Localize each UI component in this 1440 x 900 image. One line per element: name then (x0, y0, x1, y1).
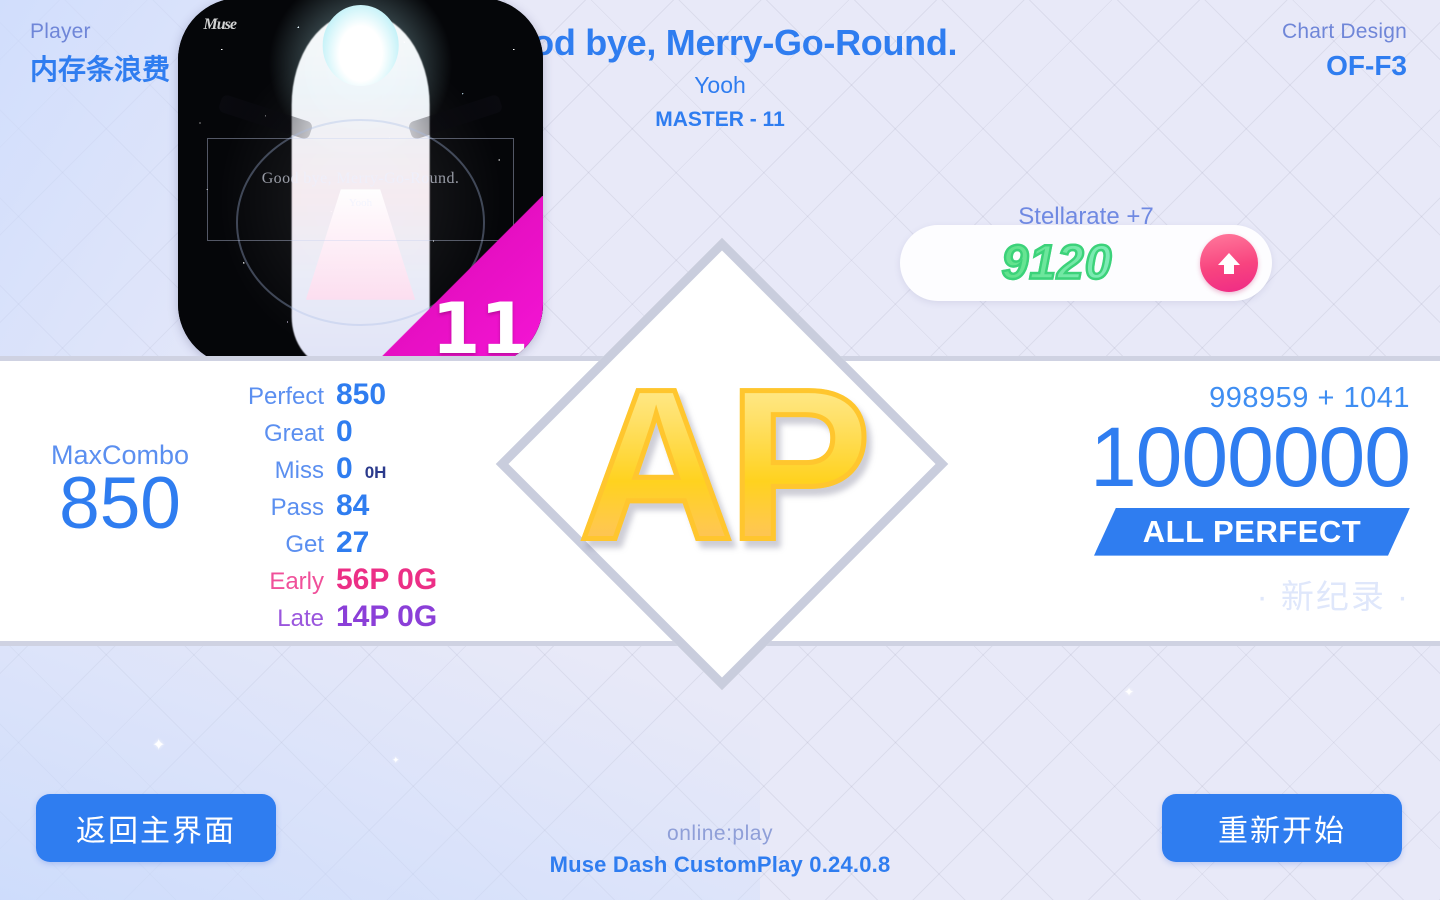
album-art-logo: Muse (203, 16, 237, 34)
album-art-overlay-title: Good bye, Merry-Go-Round. (261, 169, 460, 187)
stat-sub-hits: 0H (364, 463, 387, 482)
player-label: Player (30, 20, 91, 43)
stat-label: Late (277, 605, 324, 632)
score-total: 1000000 (1089, 410, 1411, 504)
stat-label: Great (263, 420, 324, 447)
stat-value: 0 (336, 452, 353, 485)
stat-label: Pass (270, 494, 324, 521)
max-combo-value: 850 (59, 463, 181, 544)
stat-value: 56P 0G (336, 563, 438, 596)
album-art-overlay-artist: Yooh (348, 196, 373, 209)
all-perfect-banner-text: ALL PERFECT (1142, 513, 1362, 549)
stat-row-great: Great 0 (226, 415, 442, 452)
all-perfect-banner: ALL PERFECT (1094, 508, 1410, 556)
stat-value: 27 (336, 526, 370, 559)
stat-row-late: Late 14P 0G (226, 600, 442, 637)
stat-row-get: Get 27 (226, 526, 442, 563)
stat-value: 84 (336, 489, 370, 522)
rank-badge: AP (495, 237, 949, 691)
back-to-main-menu-button[interactable]: 返回主界面 (36, 794, 276, 862)
album-art-hair (322, 5, 399, 87)
stat-label: Miss (274, 457, 324, 484)
player-name: 内存条浪费 (30, 54, 171, 85)
stat-row-miss: Miss 0 0H (226, 452, 442, 489)
stat-label: Get (285, 531, 324, 558)
star-decoration: ✦ (152, 737, 166, 754)
stats-list: Perfect 850 Great 0 Miss 0 0H Pass 84 Ge… (226, 378, 442, 637)
stellarate-widget: Stellarate +7 9120 (900, 203, 1272, 301)
stat-row-perfect: Perfect 850 (226, 378, 442, 415)
star-decoration: ✦ (392, 755, 400, 765)
arrow-up-icon (1200, 234, 1258, 292)
chart-design-value: OF-F3 (1326, 50, 1407, 81)
new-record-label: · 新纪录 · (1256, 577, 1410, 615)
chart-design-label: Chart Design (1282, 20, 1407, 43)
stat-label: Perfect (247, 383, 324, 410)
rank-badge-text: AP (496, 354, 948, 574)
max-combo-block: MaxCombo 850 (14, 440, 226, 541)
stat-value: 14P 0G (336, 600, 438, 633)
star-decoration: ✦ (1124, 685, 1135, 699)
stellarate-label: Stellarate +7 (1018, 203, 1154, 230)
score-block: 998959 + 1041 1000000 ALL PERFECT · 新纪录 … (980, 382, 1411, 618)
restart-button[interactable]: 重新开始 (1162, 794, 1402, 862)
results-screen: ✦ ✦ ✦ ✦ ✦ Player 内存条浪费 Chart Design OF-F… (0, 0, 1440, 900)
stat-value: 850 (336, 378, 387, 411)
stat-label: Early (269, 568, 324, 595)
stat-row-early: Early 56P 0G (226, 563, 442, 600)
album-art-thumbnail: Muse Good bye, Merry-Go-Round. Yooh 11 (178, 0, 543, 366)
stat-row-pass: Pass 84 (226, 489, 442, 526)
stat-value: 0 (336, 415, 353, 448)
